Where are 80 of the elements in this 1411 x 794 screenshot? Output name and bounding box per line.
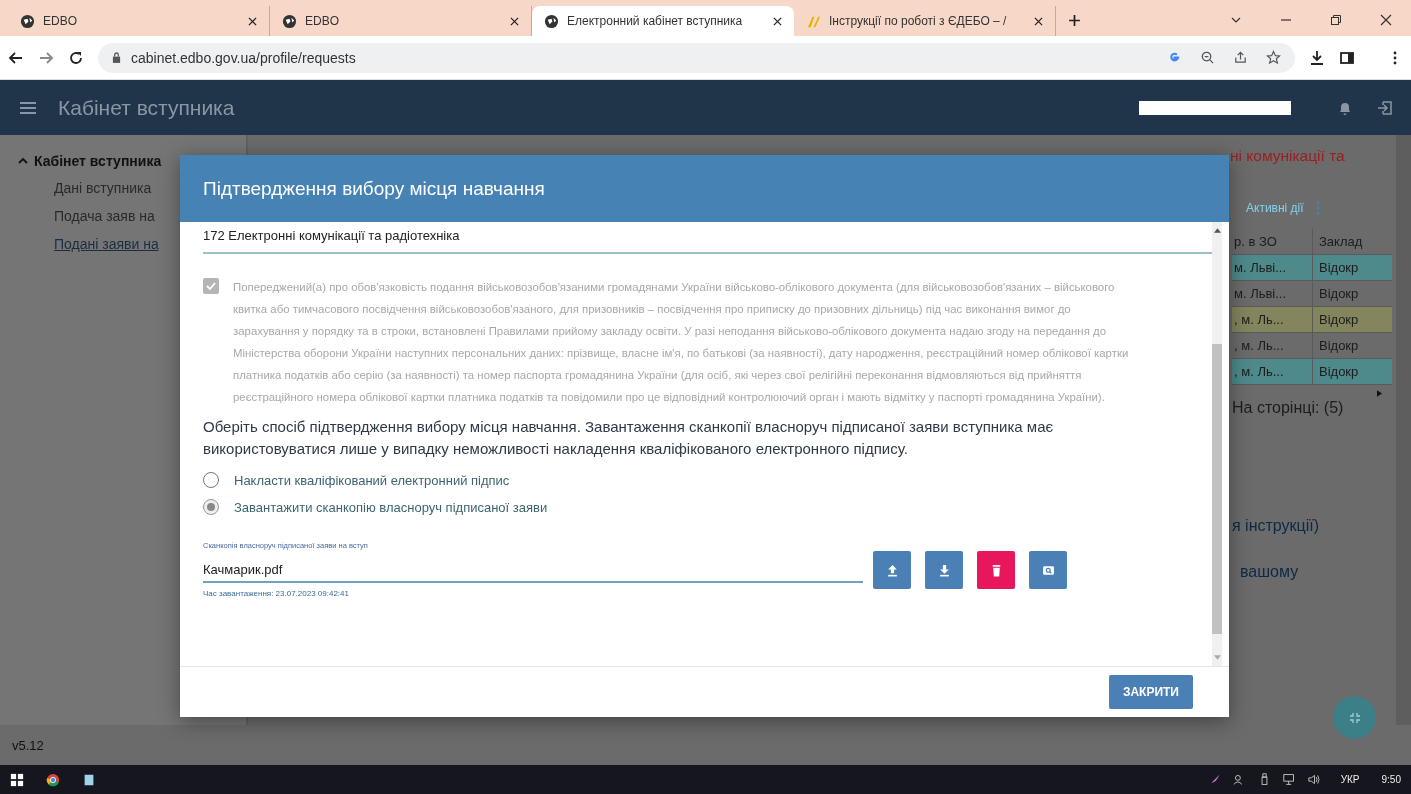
- side-panel-icon[interactable]: [1339, 49, 1355, 66]
- download-icon: [937, 563, 951, 577]
- tab-title: Електронний кабінет вступника: [567, 14, 744, 28]
- scroll-right-icon[interactable]: [1377, 390, 1382, 397]
- star-icon[interactable]: [1266, 50, 1281, 65]
- preview-button[interactable]: [1029, 551, 1067, 589]
- close-button[interactable]: ЗАКРИТИ: [1108, 675, 1193, 709]
- collapse-icon: [1348, 711, 1361, 724]
- preview-icon: [1041, 563, 1055, 577]
- table-cell-text: , м. Ль...: [1233, 338, 1285, 353]
- table-cell: Відокр: [1312, 281, 1392, 306]
- notice-text: ні комунікації та: [1230, 147, 1345, 165]
- scrollbar[interactable]: [1396, 135, 1411, 725]
- close-icon[interactable]: [1380, 14, 1392, 26]
- radio-button[interactable]: [203, 499, 219, 515]
- table-cell-text: , м. Ль...: [1233, 364, 1285, 379]
- clock-text[interactable]: 9:50: [1381, 774, 1401, 785]
- zoom-icon[interactable]: [1200, 50, 1215, 65]
- new-tab-icon[interactable]: [1068, 14, 1081, 27]
- warning-text: Попереджений(а) про обов'язковість подання військовозобов'язаними громадянами України військово-облікового документа (для військовозобов'язаних – військового квитка або тимчасового посвідчення військовозобов'язаного, для призовників – посвідчення про приписку до призовних дільниць) під час виконання вимог до зарахування у порядку та в строки, встановлені Правилами прийому закладу освіти. У разі неподання військово-облікового документа надаю згоду на передання до Міністерства оборони України наступних персональних даних: прізвище, власне ім'я, по батькові (за наявності), дату народження, реєстраційний номер облікової картки платника податків або серію (за наявності) та номер паспорта громадянина України (для осіб, які через свої релігійні переконання відмовляються від прийняття реєстраційного номера облікової картки платника податків та повідомили про це відповідний контролюючий орган і мають відмітку у паспорті громадянина України).: [233, 280, 1130, 405]
- close-icon[interactable]: [248, 16, 257, 26]
- download-button[interactable]: [925, 551, 963, 589]
- language-indicator[interactable]: УКР: [1340, 774, 1360, 785]
- table-cell: Відокр: [1312, 307, 1392, 332]
- tab-title: EDBO: [43, 14, 78, 28]
- table-row[interactable]: , м. Ль... Відокр: [1232, 359, 1392, 385]
- table-row[interactable]: м. Льві... Відокр: [1232, 255, 1392, 281]
- caret-up-icon: [18, 156, 28, 166]
- instruction-text: Оберіть спосіб підтвердження вибору місця навчання. Завантаження сканкопії власноруч підписаної заяви вступника має використовуватися лише у випадку неможливості накладення кваліфікованого електронного підпису.: [203, 417, 1055, 459]
- table-cell: Відокр: [1312, 333, 1392, 358]
- logout-icon[interactable]: [1377, 99, 1393, 116]
- delete-button[interactable]: [977, 551, 1015, 589]
- table-cell: Відокр: [1312, 255, 1392, 280]
- option-label[interactable]: Накласти кваліфікований електронний підпис: [234, 472, 510, 488]
- globe-icon: [544, 13, 559, 29]
- restore-icon[interactable]: [1330, 14, 1342, 26]
- body-text: вашому: [1240, 563, 1299, 581]
- actions-link[interactable]: Активні дії: [1246, 201, 1304, 215]
- menu-icon[interactable]: [20, 101, 36, 114]
- table-row[interactable]: , м. Ль... Відокр: [1232, 307, 1392, 333]
- windows-start-icon[interactable]: [10, 772, 24, 787]
- globe-icon: [20, 13, 35, 29]
- network-icon[interactable]: [1282, 773, 1296, 786]
- close-icon[interactable]: [1034, 16, 1043, 26]
- instructions-text: я інструкції): [1232, 517, 1320, 535]
- lock-icon: [112, 52, 121, 63]
- scrollbar[interactable]: [1212, 222, 1222, 666]
- dialog-title: Підтвердження вибору місця навчання: [203, 177, 545, 200]
- column-header[interactable]: Заклад: [1312, 228, 1392, 254]
- scroll-up-icon[interactable]: [1213, 228, 1221, 233]
- table-cell-text: м. Льві...: [1233, 286, 1288, 301]
- option-label[interactable]: Завантажити сканкопію власноруч підписаної заяви: [234, 499, 548, 515]
- upload-button[interactable]: [873, 551, 911, 589]
- close-icon[interactable]: [510, 16, 519, 26]
- table-row[interactable]: м. Льві... Відокр: [1232, 281, 1392, 307]
- back-icon[interactable]: [8, 49, 24, 66]
- table-cell-text: , м. Ль...: [1233, 312, 1285, 327]
- forward-icon[interactable]: [38, 49, 54, 66]
- upload-icon: [885, 563, 899, 577]
- close-icon[interactable]: [773, 16, 782, 26]
- download-icon[interactable]: [1309, 49, 1325, 66]
- globe-icon: [282, 13, 297, 29]
- speaker-icon[interactable]: [1307, 773, 1321, 786]
- browser-icon[interactable]: [46, 772, 60, 787]
- version-text: v5.12: [12, 737, 44, 753]
- notepad-icon[interactable]: [82, 772, 96, 787]
- app-title: Кабінет вступника: [58, 95, 235, 120]
- share-icon[interactable]: [1233, 50, 1248, 65]
- table-cell: Відокр: [1312, 359, 1392, 384]
- table-row[interactable]: , м. Ль... Відокр: [1232, 333, 1392, 359]
- reload-icon[interactable]: [68, 49, 84, 66]
- column-header[interactable]: р. в ЗО: [1232, 233, 1312, 249]
- page-size-text: На сторінці: (5): [1232, 399, 1344, 417]
- browser-tab[interactable]: Електронний кабінет вступника: [532, 6, 794, 36]
- upload-time-text: Час завантаження: 23.07.2023 09:42:41: [203, 589, 350, 598]
- tab-title: EDBO: [305, 14, 340, 28]
- sidebar-group[interactable]: Кабінет вступника: [18, 153, 246, 169]
- table-cell-text: м. Льві...: [1233, 260, 1288, 275]
- tab-title: Інструкції по роботі з ЄДЕБО – /: [829, 14, 1008, 28]
- address-field[interactable]: cabinet.edbo.gov.ua/profile/requests: [98, 42, 1295, 73]
